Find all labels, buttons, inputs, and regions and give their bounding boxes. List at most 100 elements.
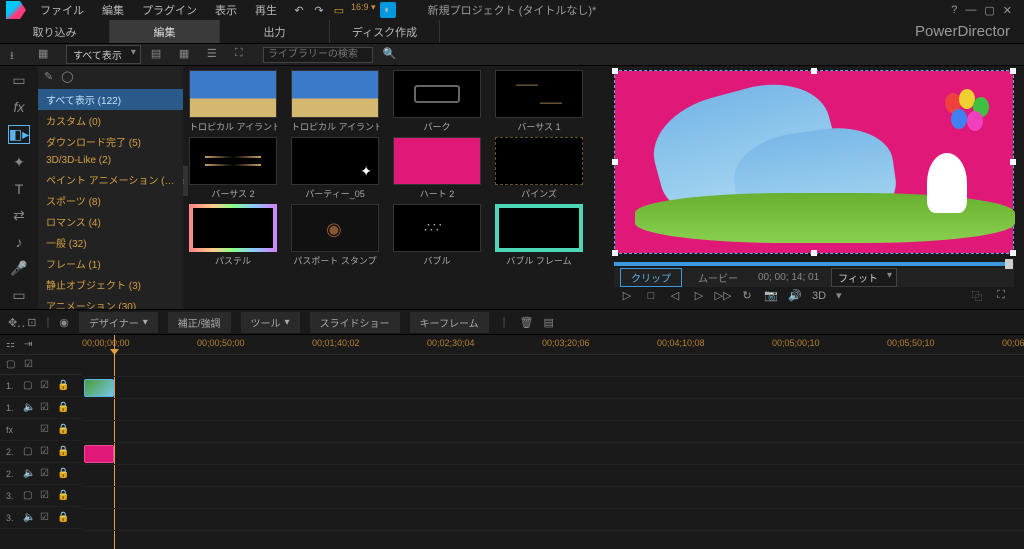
tab-disc[interactable]: ディスク作成 (330, 20, 440, 43)
thumbnail-item[interactable]: パインズ (495, 137, 583, 200)
thumbnail-item[interactable]: パステル (189, 204, 277, 267)
category-item[interactable]: ペイント アニメーション (14) (38, 169, 183, 190)
trash-icon[interactable]: 🗑 (520, 316, 534, 329)
brush-tool-icon[interactable]: ✎ (44, 70, 53, 83)
close-icon[interactable]: ✕ (1003, 4, 1012, 17)
category-item[interactable]: アニメーション (30) (38, 295, 183, 309)
track-menu-icon[interactable]: ⚏ (6, 339, 18, 351)
track-header[interactable]: 3.🔈☑🔒 (0, 507, 82, 529)
collapse-panel-icon[interactable]: ‹ (183, 166, 188, 196)
thumbnail-item[interactable]: バブル (393, 204, 481, 267)
pip-room-icon[interactable]: ◧▸ (8, 125, 30, 144)
thumbnail-item[interactable]: トロピカル アイランド (291, 70, 379, 133)
thumbnail-item[interactable]: バブル フレーム (495, 204, 583, 267)
pip-clip[interactable] (84, 445, 114, 463)
more-icon[interactable]: ▤ (544, 316, 554, 329)
loop-icon[interactable]: ↻ (740, 289, 754, 303)
undock-icon[interactable]: ⿻ (970, 289, 984, 303)
stop-icon[interactable]: □ (644, 289, 658, 303)
title-room-icon[interactable]: T (8, 181, 30, 197)
3d-icon[interactable]: 3D (812, 289, 826, 303)
thumbnail-item[interactable]: バーサス 1 (495, 70, 583, 133)
category-item[interactable]: フレーム (1) (38, 253, 183, 274)
category-item[interactable]: 一般 (32) (38, 232, 183, 253)
thumbnail-item[interactable]: ハート 2 (393, 137, 481, 200)
snapshot-icon[interactable]: 📷 (764, 289, 778, 303)
track-header[interactable]: fx☑🔒 (0, 419, 82, 441)
thumbnail-item[interactable]: パーク (393, 70, 481, 133)
track-header[interactable]: 2.🔈☑🔒 (0, 463, 82, 485)
undo-icon[interactable]: ↶ (291, 2, 307, 18)
snap-icon[interactable]: ⇥ (24, 339, 36, 351)
tab-edit[interactable]: 編集 (110, 20, 220, 43)
help-icon[interactable]: ? (951, 4, 957, 17)
circle-tool-icon[interactable]: ◉ (59, 316, 69, 329)
audio-room-icon[interactable]: ♪ (8, 234, 30, 250)
menu-play[interactable]: 再生 (247, 0, 285, 20)
category-item[interactable]: カスタム (0) (38, 110, 183, 131)
preview-canvas[interactable] (614, 70, 1014, 254)
grid-view-icon[interactable]: ▦ (179, 47, 197, 63)
fix-enhance-button[interactable]: 補正/強調 (168, 312, 231, 333)
tracks-check-icon[interactable]: ☑ (24, 359, 36, 371)
folder-icon[interactable]: ▦ (38, 47, 56, 63)
fullscreen-icon[interactable]: ⛶ (994, 289, 1008, 303)
preview-mode-clip[interactable]: クリップ (620, 268, 682, 287)
move-icon[interactable]: ✥ (8, 316, 17, 329)
track-header[interactable]: 3.▢☑🔒 (0, 485, 82, 507)
menu-view[interactable]: 表示 (207, 0, 245, 20)
preview-mode-movie[interactable]: ムービー (688, 269, 748, 286)
tab-import[interactable]: 取り込み (0, 20, 110, 43)
thumbnail-item[interactable]: パーティー_05 (291, 137, 379, 200)
tools-button[interactable]: ツール ▾ (241, 312, 300, 333)
keyframe-button[interactable]: キーフレーム (410, 312, 489, 333)
import-media-icon[interactable]: ⭳ (10, 47, 28, 63)
track-header[interactable]: 2.▢☑🔒 (0, 441, 82, 463)
slideshow-button[interactable]: スライドショー (310, 312, 400, 333)
category-item[interactable]: ダウンロード完了 (5) (38, 131, 183, 152)
video-clip[interactable] (84, 379, 114, 397)
aspect-icon[interactable]: ▭ (331, 2, 347, 18)
category-item[interactable]: 3D/3D-Like (2) (38, 152, 183, 169)
crop-icon[interactable]: ⊡ (27, 316, 36, 329)
chapter-room-icon[interactable]: ▭ (8, 287, 30, 304)
filter-dropdown[interactable]: すべて表示 (66, 45, 141, 64)
volume-icon[interactable]: 🔊 (788, 289, 802, 303)
redo-icon[interactable]: ↷ (311, 2, 327, 18)
track-header[interactable]: 1.▢☑🔒 (0, 375, 82, 397)
fast-forward-icon[interactable]: ▷▷ (716, 289, 730, 303)
thumbnail-item[interactable]: トロピカル アイランド (189, 70, 277, 133)
track-header[interactable]: 1.🔈☑🔒 (0, 397, 82, 419)
next-frame-icon[interactable]: ▷ (692, 289, 706, 303)
thumbnail-item[interactable]: バーサス 2 (189, 137, 277, 200)
sort-icon[interactable]: ▤ (151, 47, 169, 63)
menu-file[interactable]: ファイル (32, 0, 92, 20)
details-icon[interactable]: ☰ (207, 47, 225, 63)
tracks-view-icon[interactable]: ▢ (6, 359, 18, 371)
menu-plugin[interactable]: プラグイン (134, 0, 205, 20)
prev-frame-icon[interactable]: ◁ (668, 289, 682, 303)
transition-room-icon[interactable]: ⇄ (8, 207, 30, 224)
category-item[interactable]: ロマンス (4) (38, 211, 183, 232)
lasso-tool-icon[interactable]: ◯ (61, 70, 73, 83)
expand-icon[interactable]: ⛶ (235, 47, 253, 63)
timeline-tracks[interactable]: 00;00;00;0000;00;50;0000;01;40;0200;02;3… (82, 335, 1024, 549)
fx-room-icon[interactable]: fx (8, 99, 30, 115)
designer-button[interactable]: デザイナー ▾ (79, 312, 158, 333)
play-icon[interactable]: ▷ (620, 289, 634, 303)
media-room-icon[interactable]: ▭ (8, 72, 30, 89)
category-item[interactable]: すべて表示 (122) (38, 89, 183, 110)
menu-edit[interactable]: 編集 (94, 0, 132, 20)
thumbnail-item[interactable]: パスポート スタンプ (291, 204, 379, 267)
particle-room-icon[interactable]: ✦ (8, 154, 30, 171)
library-search-input[interactable] (263, 47, 373, 63)
maximize-icon[interactable]: ▢ (984, 4, 994, 17)
seek-bar[interactable] (614, 262, 1014, 266)
category-item[interactable]: スポーツ (8) (38, 190, 183, 211)
cloud-icon[interactable]: ◐ (380, 2, 396, 18)
fit-dropdown[interactable]: フィット (831, 268, 897, 287)
search-icon[interactable]: 🔍 (383, 47, 401, 63)
minimize-icon[interactable]: — (965, 4, 976, 17)
tab-output[interactable]: 出力 (220, 20, 330, 43)
voice-room-icon[interactable]: 🎤 (8, 260, 30, 277)
